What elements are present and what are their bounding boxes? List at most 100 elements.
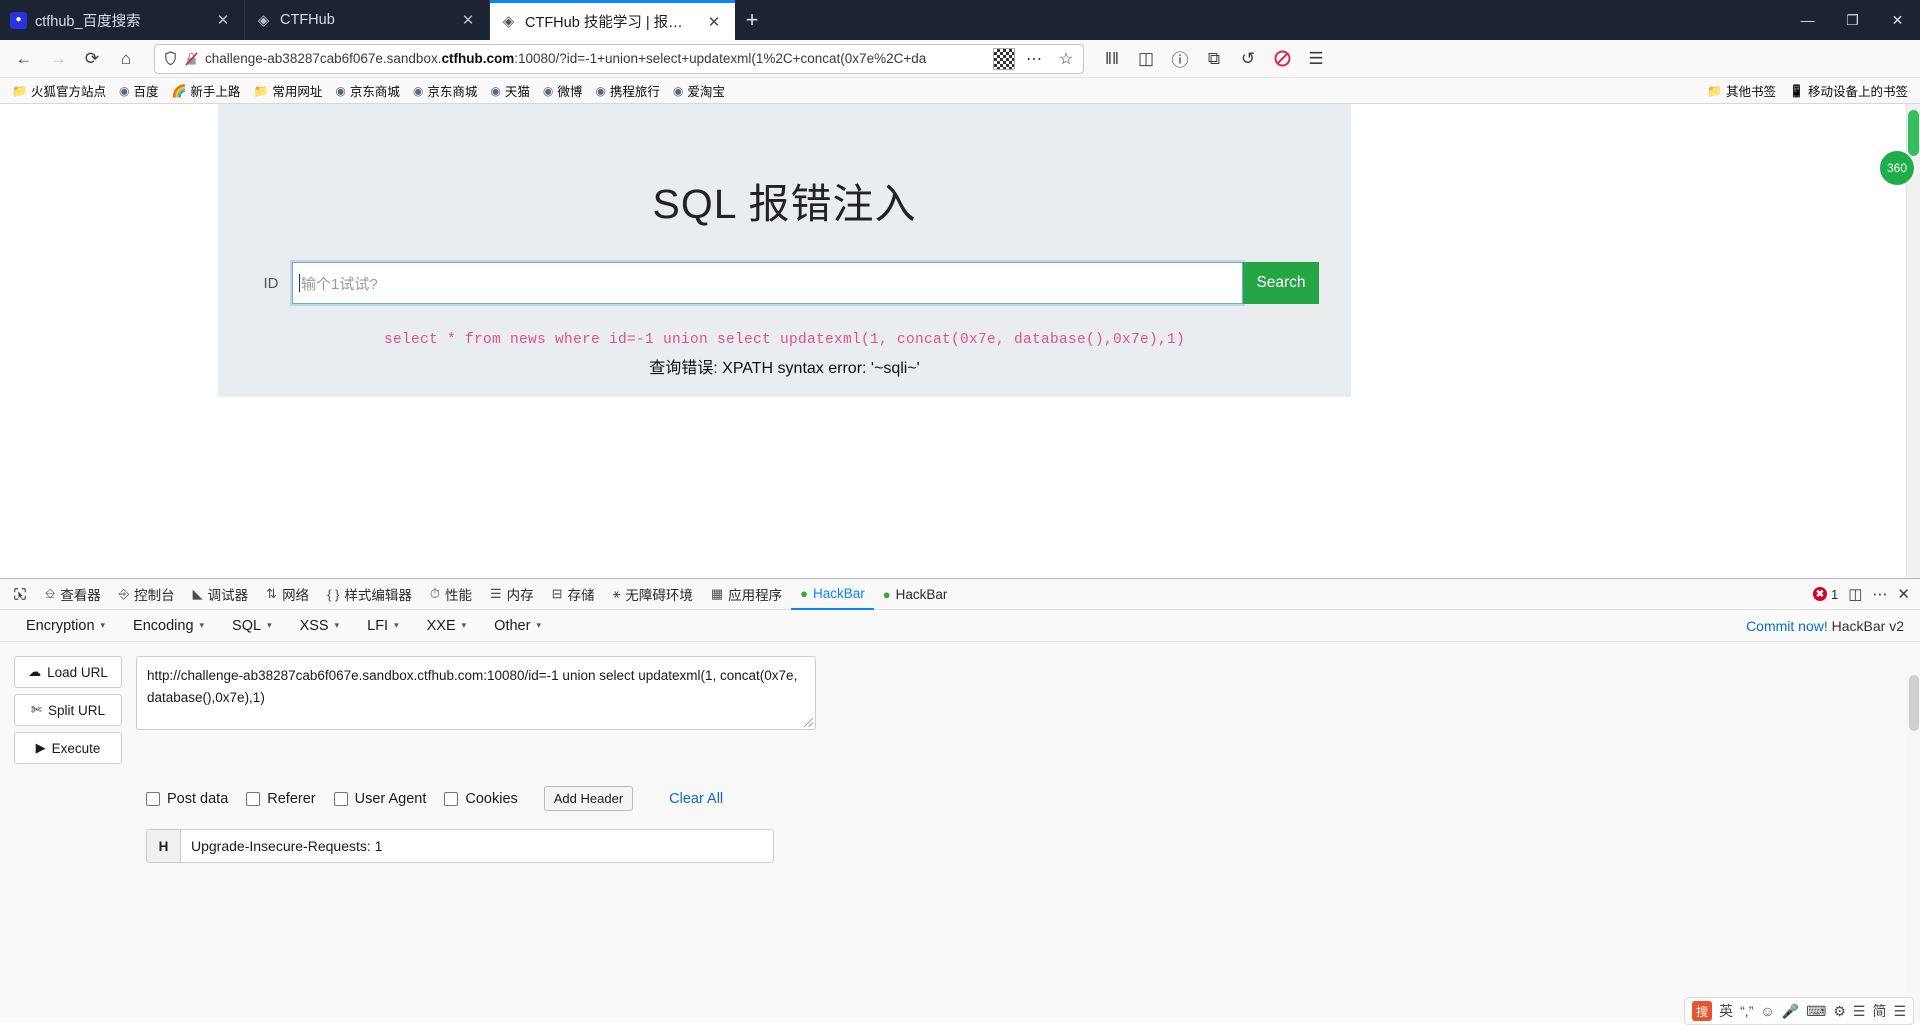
sync-icon[interactable]: ↺ bbox=[1232, 43, 1264, 75]
menu-lfi[interactable]: LFI ▾ bbox=[353, 618, 412, 634]
menu-encryption[interactable]: Encryption ▾ bbox=[12, 618, 119, 634]
bookmark-item[interactable]: ◉ 京东商城 bbox=[407, 79, 484, 102]
menu-sql[interactable]: SQL ▾ bbox=[218, 618, 286, 634]
checkbox-icon[interactable] bbox=[246, 791, 261, 806]
ime-keyboard-icon[interactable]: ⌨ bbox=[1806, 1003, 1826, 1020]
tab-close-button[interactable]: ✕ bbox=[457, 9, 479, 31]
minimize-button[interactable]: — bbox=[1785, 0, 1830, 40]
page-actions-button[interactable]: ⋯ bbox=[1021, 46, 1047, 72]
broken-lock-icon[interactable] bbox=[184, 51, 199, 67]
sogou-logo-icon[interactable]: 搜 bbox=[1692, 1001, 1713, 1021]
add-header-button[interactable]: Add Header bbox=[543, 786, 634, 811]
ime-emoji-icon[interactable]: ☺ bbox=[1760, 1003, 1774, 1019]
tab-hackbar-secondary[interactable]: ● HackBar bbox=[874, 579, 957, 610]
page-scrollbar-thumb[interactable] bbox=[1908, 110, 1919, 156]
ime-more-icon[interactable]: ☰ bbox=[1893, 1003, 1906, 1020]
menu-xxe[interactable]: XXE ▾ bbox=[413, 618, 481, 634]
bookmark-item[interactable]: 📁 火狐官方站点 bbox=[6, 79, 112, 102]
bookmark-item[interactable]: 🌈 新手上路 bbox=[165, 79, 246, 102]
app-menu-button[interactable]: ☰ bbox=[1300, 43, 1332, 75]
bookmark-other-folder[interactable]: 📁 其他书签 bbox=[1701, 79, 1782, 102]
ime-simplified-label[interactable]: 简 bbox=[1872, 1001, 1886, 1021]
tab-close-button[interactable]: ✕ bbox=[212, 9, 234, 31]
maximize-button[interactable]: ❐ bbox=[1830, 0, 1875, 40]
devtools-scrollbar-thumb[interactable] bbox=[1909, 675, 1919, 731]
bookmark-item[interactable]: ◉ 携程旅行 bbox=[589, 79, 666, 102]
browser-tab-2[interactable]: ◈ CTFHub ✕ bbox=[245, 0, 490, 40]
tab-debugger[interactable]: ◣ 调试器 bbox=[184, 579, 258, 610]
split-url-button[interactable]: ✄ Split URL bbox=[14, 694, 122, 726]
element-picker-icon[interactable] bbox=[4, 579, 36, 610]
header-row[interactable]: H Upgrade-Insecure-Requests: 1 bbox=[146, 829, 774, 863]
more-options-icon[interactable]: ⋯ bbox=[1872, 585, 1887, 603]
noscript-icon[interactable] bbox=[1266, 43, 1298, 75]
bookmark-item[interactable]: ◉ 天猫 bbox=[484, 79, 536, 102]
dock-panel-icon[interactable]: ◫ bbox=[1848, 585, 1862, 603]
commit-now-link[interactable]: Commit now! bbox=[1746, 618, 1828, 634]
bookmark-item[interactable]: ◉ 爱淘宝 bbox=[667, 79, 731, 102]
container-tabs-icon[interactable]: ⧉ bbox=[1198, 43, 1230, 75]
browser-tab-1[interactable]: ● ctfhub_百度搜索 ✕ bbox=[0, 0, 245, 40]
new-tab-button[interactable]: + bbox=[735, 3, 769, 37]
tab-accessibility[interactable]: ⚹ 无障碍环境 bbox=[604, 579, 702, 610]
forward-button[interactable]: → bbox=[42, 43, 74, 75]
back-button[interactable]: ← bbox=[8, 43, 40, 75]
tab-hackbar[interactable]: ● HackBar bbox=[791, 579, 874, 610]
browser-tab-3-active[interactable]: ◈ CTFHub 技能学习 | 报错注入 ✕ bbox=[490, 0, 735, 40]
checkbox-referer[interactable]: Referer bbox=[246, 791, 316, 807]
ime-toolbox-icon[interactable]: ⚙ bbox=[1833, 1003, 1846, 1020]
hackbar-action-buttons: ☁ Load URL ✄ Split URL ▶ Execute bbox=[14, 656, 122, 764]
sidebar-icon[interactable]: ◫ bbox=[1130, 43, 1162, 75]
bookmark-star-icon[interactable]: ☆ bbox=[1053, 46, 1079, 72]
load-url-button[interactable]: ☁ Load URL bbox=[14, 656, 122, 688]
bookmark-item[interactable]: 📁 常用网址 bbox=[247, 79, 328, 102]
ime-menu-icon[interactable]: ☰ bbox=[1853, 1003, 1866, 1020]
checkbox-user-agent[interactable]: User Agent bbox=[333, 791, 426, 807]
ime-mode-label[interactable]: 英 bbox=[1719, 1001, 1733, 1021]
bookmark-item[interactable]: ◉ 百度 bbox=[113, 79, 165, 102]
tab-network[interactable]: ⇅ 网络 bbox=[257, 579, 318, 610]
close-window-button[interactable]: ✕ bbox=[1875, 0, 1920, 40]
checkbox-post-data[interactable]: Post data bbox=[146, 791, 228, 807]
tab-style-editor[interactable]: { } 样式编辑器 bbox=[318, 579, 421, 610]
checkbox-icon[interactable] bbox=[146, 791, 160, 806]
menu-xss[interactable]: XSS ▾ bbox=[286, 618, 354, 634]
search-input[interactable]: 输个1试试? bbox=[292, 262, 1243, 304]
tab-memory[interactable]: ☰ 内存 bbox=[481, 579, 543, 610]
close-devtools-icon[interactable]: ✕ bbox=[1897, 585, 1910, 603]
tab-console[interactable]: ⎆ 控制台 bbox=[110, 579, 184, 610]
menu-other[interactable]: Other ▾ bbox=[480, 618, 555, 634]
execute-button[interactable]: ▶ Execute bbox=[14, 732, 122, 764]
bookmark-item[interactable]: ◉ 京东商城 bbox=[329, 79, 406, 102]
checkbox-icon[interactable] bbox=[333, 791, 348, 806]
hackbar-url-textarea[interactable]: http://challenge-ab38287cab6f067e.sandbo… bbox=[136, 656, 816, 730]
tab-inspector[interactable]: ⎒ 查看器 bbox=[36, 579, 110, 610]
clear-all-link[interactable]: Clear All bbox=[669, 791, 723, 807]
devtools-scrollbar[interactable] bbox=[1907, 673, 1920, 1022]
checkbox-cookies[interactable]: Cookies bbox=[444, 791, 518, 807]
tab-application[interactable]: ▦ 应用程序 bbox=[702, 579, 791, 610]
ime-punctuation-icon[interactable]: “,” bbox=[1740, 1003, 1753, 1019]
bookmark-mobile-folder[interactable]: 📱 移动设备上的书签 bbox=[1783, 79, 1914, 102]
resize-handle-icon[interactable] bbox=[804, 718, 813, 727]
menu-encoding[interactable]: Encoding ▾ bbox=[119, 618, 218, 634]
qr-code-icon[interactable] bbox=[993, 47, 1015, 70]
reload-button[interactable]: ⟳ bbox=[76, 43, 108, 75]
error-count-badge[interactable]: ✖ 1 bbox=[1813, 587, 1838, 602]
header-value-input[interactable]: Upgrade-Insecure-Requests: 1 bbox=[181, 830, 773, 862]
library-icon[interactable]: ‖‖ bbox=[1096, 43, 1128, 75]
tab-storage[interactable]: ⊟ 存储 bbox=[543, 579, 604, 610]
account-icon[interactable]: ⓘ bbox=[1164, 43, 1196, 75]
checkbox-icon[interactable] bbox=[444, 791, 459, 806]
home-button[interactable]: ⌂ bbox=[110, 43, 142, 75]
shield-icon[interactable] bbox=[163, 51, 178, 66]
url-bar[interactable]: challenge-ab38287cab6f067e.sandbox.ctfhu… bbox=[154, 43, 1084, 74]
url-text[interactable]: challenge-ab38287cab6f067e.sandbox.ctfhu… bbox=[205, 45, 987, 73]
ime-voice-icon[interactable]: 🎤 bbox=[1782, 1003, 1799, 1020]
bookmark-item[interactable]: ◉ 微博 bbox=[537, 79, 589, 102]
search-button[interactable]: Search bbox=[1243, 262, 1319, 304]
360-floating-badge[interactable]: 360 bbox=[1878, 149, 1916, 187]
ctfhub-logo-icon: ◈ bbox=[257, 11, 270, 29]
tab-close-button[interactable]: ✕ bbox=[703, 11, 725, 33]
tab-performance[interactable]: ⏱ 性能 bbox=[421, 579, 481, 610]
